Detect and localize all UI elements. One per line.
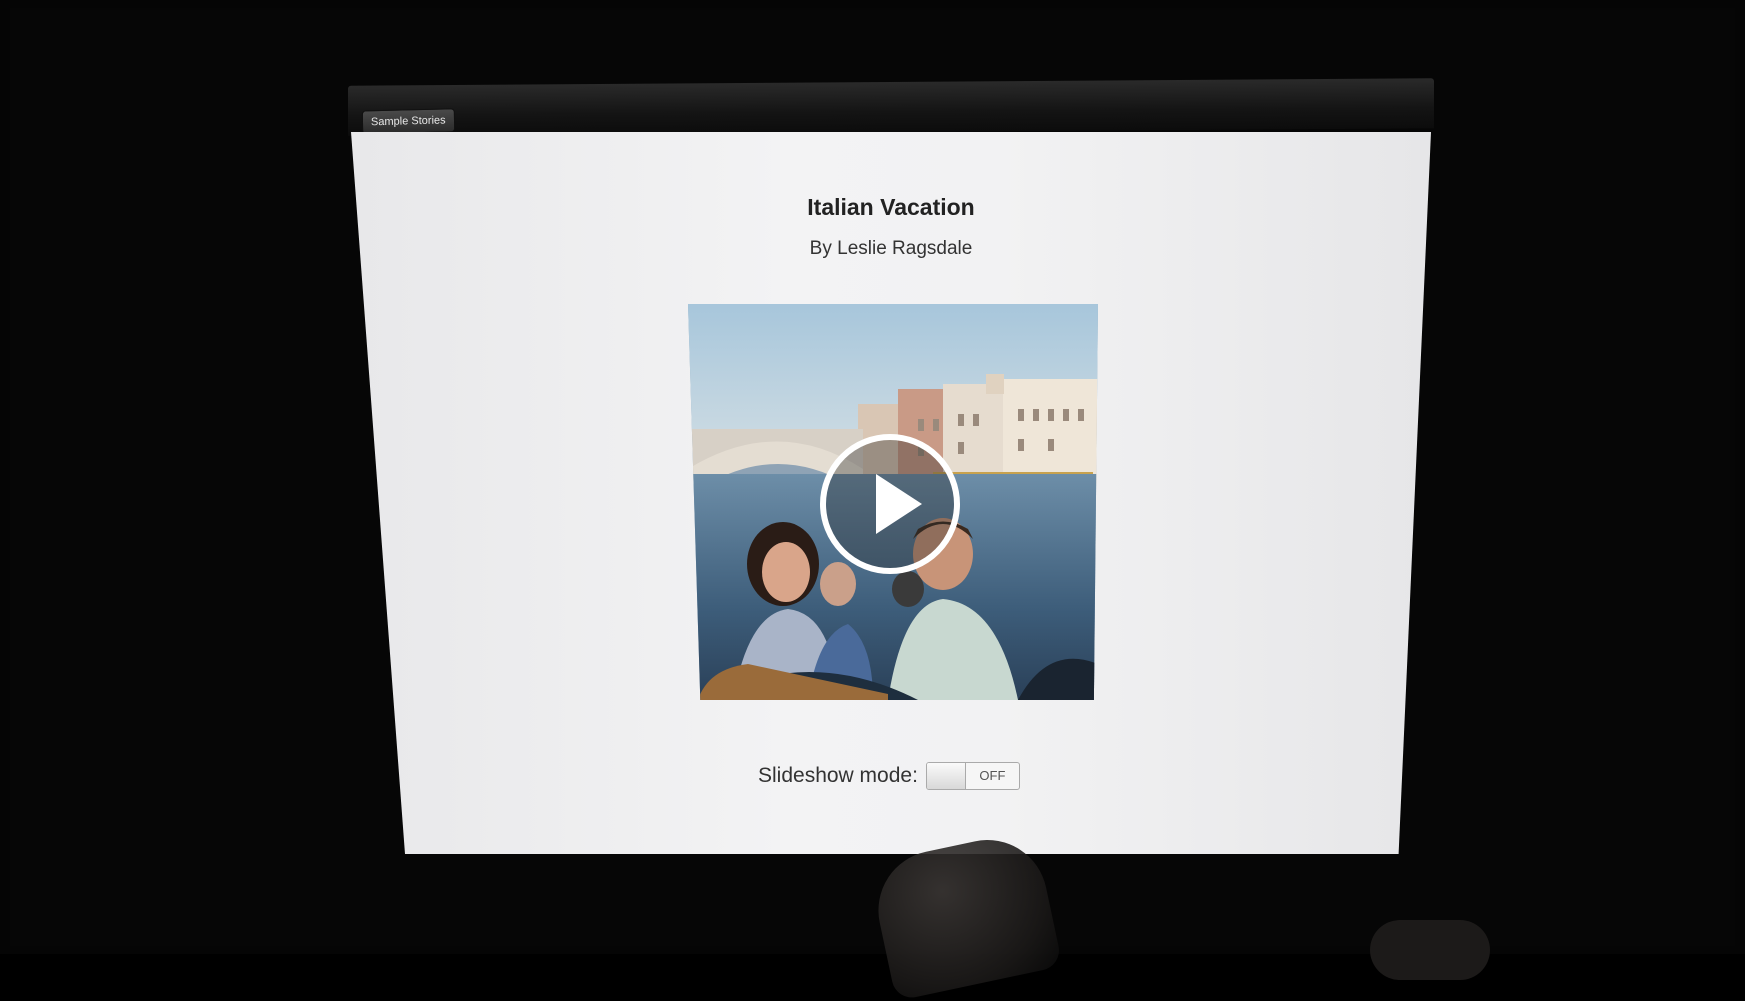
video-frame: Sample Stories Italian Vacation By Lesli… <box>0 0 1745 1001</box>
hand-shadow <box>1370 920 1490 980</box>
play-button[interactable] <box>820 434 960 574</box>
story-cover-photo[interactable] <box>688 304 1098 700</box>
top-toolbar: Sample Stories <box>348 78 1434 136</box>
slideshow-toggle[interactable]: OFF <box>925 762 1020 790</box>
slideshow-control: Slideshow mode: OFF <box>758 762 1020 790</box>
story-title: Italian Vacation <box>807 194 975 220</box>
slideshow-label: Slideshow mode: <box>758 764 918 787</box>
story-author: By Leslie Ragsdale <box>809 238 973 259</box>
toggle-knob <box>926 763 966 789</box>
sample-stories-button[interactable]: Sample Stories <box>361 108 455 135</box>
toggle-state-text: OFF <box>979 768 1006 783</box>
play-icon <box>876 474 922 534</box>
tablet-screen: Sample Stories Italian Vacation By Lesli… <box>348 78 1434 854</box>
